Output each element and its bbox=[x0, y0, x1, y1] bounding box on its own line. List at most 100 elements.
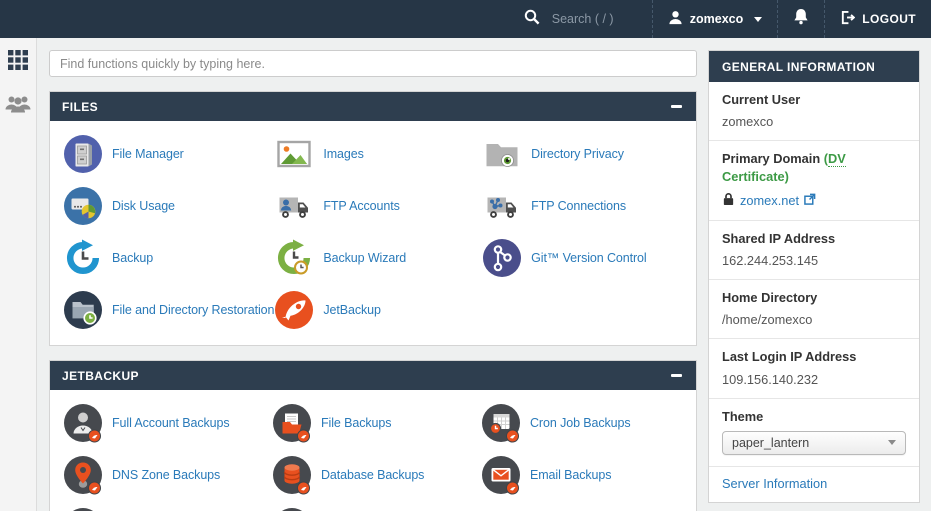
file-restoration-icon bbox=[63, 290, 103, 330]
app-item-dns-zone-backups[interactable]: DNS Zone Backups bbox=[63, 453, 272, 497]
last-login-row: Last Login IP Address 109.156.140.232 bbox=[709, 338, 919, 397]
last-login-value: 109.156.140.232 bbox=[722, 371, 819, 387]
app-item-label[interactable]: Cron Job Backups bbox=[530, 416, 631, 430]
general-information-header: GENERAL INFORMATION bbox=[709, 51, 919, 82]
bell-icon bbox=[793, 8, 809, 30]
database-backups-icon bbox=[272, 455, 312, 495]
app-item-label[interactable]: Disk Usage bbox=[112, 199, 175, 213]
files-panel: FILES File Manager Images Directory Priv… bbox=[49, 91, 697, 346]
app-item-ftp-accounts[interactable]: FTP Accounts bbox=[274, 184, 482, 228]
jetbackup-panel: JETBACKUP Full Account Backups File Back… bbox=[49, 360, 697, 511]
app-item-label[interactable]: Database Backups bbox=[321, 468, 424, 482]
app-item-label[interactable]: File Manager bbox=[112, 147, 184, 161]
app-item-database-backups[interactable]: Database Backups bbox=[272, 453, 481, 497]
app-item-label[interactable]: File Backups bbox=[321, 416, 391, 430]
minus-icon bbox=[671, 105, 682, 108]
dns-zone-backups-icon bbox=[63, 455, 103, 495]
files-panel-title: FILES bbox=[62, 99, 99, 114]
file-backups-icon bbox=[272, 403, 312, 443]
notifications-button[interactable] bbox=[777, 0, 824, 38]
theme-label: Theme bbox=[722, 408, 764, 424]
app-item-label[interactable]: Full Account Backups bbox=[112, 416, 230, 430]
user-icon bbox=[668, 10, 683, 28]
apps-grid-icon[interactable] bbox=[8, 50, 28, 70]
general-information-box: GENERAL INFORMATION Current User zomexco… bbox=[708, 50, 920, 503]
general-information-title: GENERAL INFORMATION bbox=[722, 59, 876, 74]
app-item-cron-job-backups[interactable]: Cron Job Backups bbox=[481, 401, 690, 445]
file-manager-icon bbox=[63, 134, 103, 174]
app-item-label[interactable]: Images bbox=[323, 147, 364, 161]
current-user-label: Current User bbox=[722, 92, 801, 107]
primary-domain-label: Primary Domain bbox=[722, 151, 821, 167]
current-user-value: zomexco bbox=[722, 114, 774, 130]
git-icon bbox=[482, 238, 522, 278]
logout-icon bbox=[840, 10, 856, 28]
email-backups-icon bbox=[481, 455, 521, 495]
backup-wizard-icon bbox=[274, 238, 314, 278]
app-item-file-and-directory-restoration[interactable]: File and Directory Restoration bbox=[63, 288, 274, 332]
server-information-link[interactable]: Server Information bbox=[722, 476, 827, 491]
jetbackup-panel-header: JETBACKUP bbox=[50, 361, 696, 390]
app-item-label[interactable]: JetBackup bbox=[323, 303, 381, 317]
primary-domain-link[interactable]: zomex.net bbox=[740, 193, 799, 208]
settings-icon bbox=[272, 507, 312, 511]
user-manager-icon[interactable] bbox=[5, 94, 31, 113]
app-item-backup[interactable]: Backup bbox=[63, 236, 274, 280]
theme-select[interactable]: paper_lantern bbox=[722, 430, 906, 455]
files-panel-header: FILES bbox=[50, 92, 696, 121]
lock-icon bbox=[722, 192, 735, 209]
theme-row: Theme paper_lantern bbox=[709, 397, 919, 466]
app-item-file-manager[interactable]: File Manager bbox=[63, 132, 274, 176]
files-items-grid: File Manager Images Directory Privacy Di… bbox=[50, 121, 696, 345]
global-search[interactable]: Search ( / ) bbox=[509, 0, 652, 38]
chevron-down-icon bbox=[754, 16, 763, 22]
app-item-label[interactable]: Backup Wizard bbox=[323, 251, 406, 265]
queue-icon bbox=[63, 507, 103, 511]
app-item-label[interactable]: Email Backups bbox=[530, 468, 611, 482]
disk-usage-icon bbox=[63, 186, 103, 226]
logout-button[interactable]: LOGOUT bbox=[824, 0, 931, 38]
search-icon bbox=[524, 9, 540, 30]
app-item-backup-wizard[interactable]: Backup Wizard bbox=[274, 236, 482, 280]
app-item-label[interactable]: FTP Connections bbox=[531, 199, 626, 213]
app-item-images[interactable]: Images bbox=[274, 132, 482, 176]
app-item-file-backups[interactable]: File Backups bbox=[272, 401, 481, 445]
main-content: FILES File Manager Images bbox=[49, 38, 697, 511]
user-menu[interactable]: zomexco bbox=[651, 0, 778, 38]
current-user-row: Current User zomexco bbox=[709, 82, 919, 140]
jetbackup-icon bbox=[274, 290, 314, 330]
ftp-connections-icon bbox=[482, 186, 522, 226]
app-item-settings[interactable]: Settings bbox=[272, 505, 481, 511]
shared-ip-row: Shared IP Address 162.244.253.145 bbox=[709, 219, 919, 279]
search-placeholder: Search ( / ) bbox=[551, 12, 614, 26]
app-item-full-account-backups[interactable]: Full Account Backups bbox=[63, 401, 272, 445]
collapse-jetbackup-button[interactable] bbox=[669, 368, 684, 383]
last-login-label: Last Login IP Address bbox=[722, 349, 857, 365]
collapse-files-button[interactable] bbox=[669, 99, 684, 114]
chevron-down-icon bbox=[888, 440, 896, 446]
backup-icon bbox=[63, 238, 103, 278]
theme-selected-value: paper_lantern bbox=[732, 435, 810, 450]
ftp-accounts-icon bbox=[274, 186, 314, 226]
app-item-email-backups[interactable]: Email Backups bbox=[481, 453, 690, 497]
shared-ip-value: 162.244.253.145 bbox=[722, 253, 819, 269]
home-directory-label: Home Directory bbox=[722, 290, 818, 306]
app-item-label[interactable]: DNS Zone Backups bbox=[112, 468, 220, 482]
app-item-directory-privacy[interactable]: Directory Privacy bbox=[482, 132, 690, 176]
external-link-icon[interactable] bbox=[804, 193, 816, 208]
app-item-label[interactable]: FTP Accounts bbox=[323, 199, 399, 213]
app-item-label[interactable]: File and Directory Restoration bbox=[112, 303, 274, 317]
jetbackup-items-grid: Full Account Backups File Backups Cron J… bbox=[50, 390, 696, 511]
app-item-label[interactable]: Git™ Version Control bbox=[531, 251, 647, 265]
app-item-disk-usage[interactable]: Disk Usage bbox=[63, 184, 274, 228]
app-item-git-version-control[interactable]: Git™ Version Control bbox=[482, 236, 690, 280]
right-sidebar: GENERAL INFORMATION Current User zomexco… bbox=[708, 38, 920, 511]
full-account-backups-icon bbox=[63, 403, 103, 443]
directory-privacy-icon bbox=[482, 134, 522, 174]
app-item-jetbackup[interactable]: JetBackup bbox=[274, 288, 482, 332]
app-item-label[interactable]: Backup bbox=[112, 251, 153, 265]
app-item-ftp-connections[interactable]: FTP Connections bbox=[482, 184, 690, 228]
quickfind-input[interactable] bbox=[49, 50, 697, 77]
app-item-queue[interactable]: Queue bbox=[63, 505, 272, 511]
app-item-label[interactable]: Directory Privacy bbox=[531, 147, 624, 161]
